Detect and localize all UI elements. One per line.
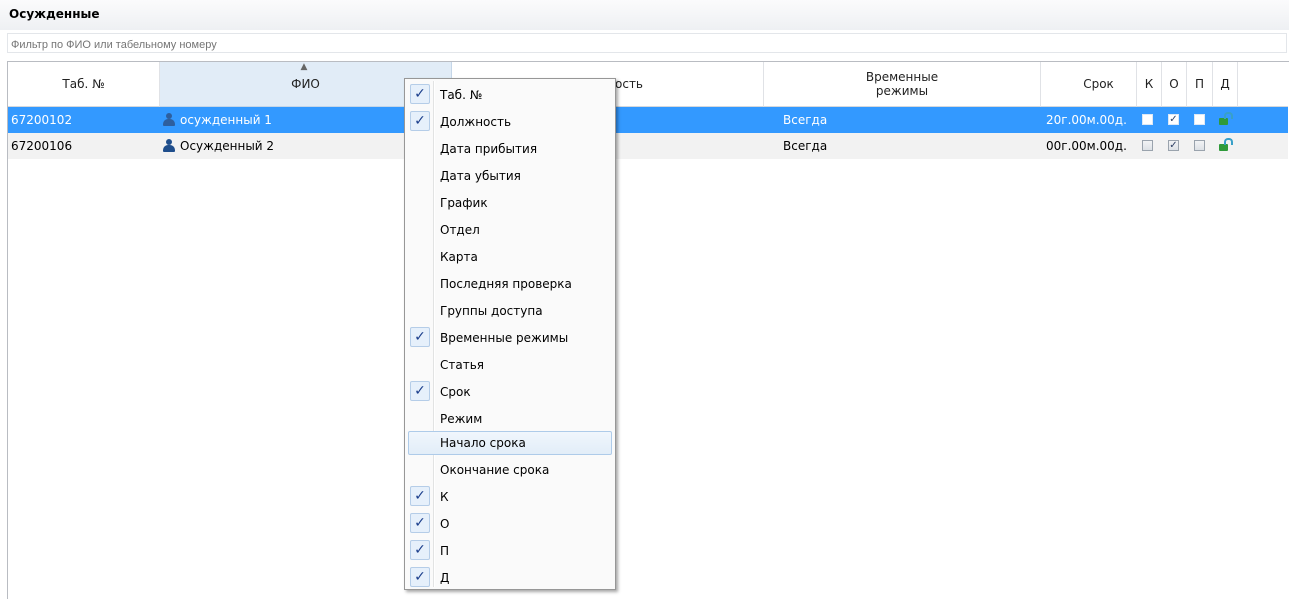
checkbox-o[interactable]: ✓ xyxy=(1168,140,1179,151)
table-row[interactable]: 67200106 Осужденный 2 Всегда 00г.00м.00д… xyxy=(8,133,1288,159)
header-position-label: ость xyxy=(615,77,644,91)
menu-item[interactable]: Начало срока xyxy=(408,431,612,455)
header-p[interactable]: П xyxy=(1187,62,1213,107)
header-d-label: Д xyxy=(1220,77,1230,91)
menu-item[interactable]: Карта xyxy=(408,245,612,269)
menu-item-label: П xyxy=(440,544,450,558)
menu-item-label: Режим xyxy=(440,412,483,426)
checkmark-icon: ✓ xyxy=(410,486,430,506)
checkmark-icon: ✓ xyxy=(410,381,430,401)
header-k[interactable]: К xyxy=(1137,62,1162,107)
convicts-table: Таб. № ▲ ФИО ость Временные режимы Срок … xyxy=(7,61,1289,599)
menu-item[interactable]: ✓ Временные режимы xyxy=(408,326,612,350)
checkbox-p[interactable] xyxy=(1194,140,1205,151)
cell-time-modes: Всегда xyxy=(783,139,828,153)
menu-item-label: Отдел xyxy=(440,223,480,237)
menu-item-label: Временные режимы xyxy=(440,331,569,345)
menu-item-label: Начало срока xyxy=(440,436,526,450)
header-term[interactable]: Срок xyxy=(1041,62,1137,107)
menu-item-label: Должность xyxy=(440,115,512,129)
sort-ascending-icon: ▲ xyxy=(300,62,308,72)
header-d[interactable]: Д xyxy=(1213,62,1238,107)
filter-input[interactable] xyxy=(7,33,1287,53)
cell-tab-number: 67200106 xyxy=(11,139,73,153)
checkmark-icon: ✓ xyxy=(410,84,430,104)
cell-fio-text: Осужденный 2 xyxy=(180,139,275,153)
menu-item-label: График xyxy=(440,196,488,210)
checkbox-k[interactable] xyxy=(1142,114,1153,125)
header-term-label: Срок xyxy=(1083,77,1114,91)
unlock-icon[interactable] xyxy=(1219,138,1233,151)
menu-item-label: Карта xyxy=(440,250,478,264)
header-tab-number[interactable]: Таб. № xyxy=(8,62,160,107)
menu-item-label: Группы доступа xyxy=(440,304,543,318)
checkbox-p[interactable] xyxy=(1194,114,1205,125)
menu-item[interactable]: ✓ К xyxy=(408,485,612,509)
menu-item-label: К xyxy=(440,490,449,504)
menu-item-label: О xyxy=(440,517,450,531)
checkmark-icon: ✓ xyxy=(410,513,430,533)
menu-item[interactable]: График xyxy=(408,191,612,215)
menu-item[interactable]: Окончание срока xyxy=(408,458,612,482)
menu-item[interactable]: Группы доступа xyxy=(408,299,612,323)
panel-title: Осужденные xyxy=(9,7,100,21)
menu-item-label: Д xyxy=(440,571,450,585)
menu-item[interactable]: Статья xyxy=(408,353,612,377)
menu-item[interactable]: ✓ П xyxy=(408,539,612,563)
menu-item-label: Дата убытия xyxy=(440,169,521,183)
menu-item[interactable]: Режим xyxy=(408,407,612,431)
header-k-label: К xyxy=(1144,77,1154,91)
menu-item[interactable]: ✓ Таб. № xyxy=(408,83,612,107)
checkmark-icon: ✓ xyxy=(410,111,430,131)
menu-item[interactable]: ✓ О xyxy=(408,512,612,536)
menu-item[interactable]: ✓ Д xyxy=(408,566,612,590)
cell-fio: Осужденный 2 xyxy=(163,133,274,159)
menu-item[interactable]: Дата убытия xyxy=(408,164,612,188)
header-o-label: О xyxy=(1169,77,1179,91)
header-o[interactable]: О xyxy=(1162,62,1187,107)
person-icon xyxy=(163,113,175,126)
header-time-modes[interactable]: Временные режимы xyxy=(764,62,1041,107)
menu-item-label: Дата прибытия xyxy=(440,142,538,156)
menu-item[interactable]: Дата прибытия xyxy=(408,137,612,161)
menu-item-label: Окончание срока xyxy=(440,463,550,477)
checkmark-icon: ✓ xyxy=(410,540,430,560)
header-p-label: П xyxy=(1194,77,1205,91)
cell-time-modes: Всегда xyxy=(783,113,828,127)
cell-term: 00г.00м.00д. xyxy=(1046,139,1127,153)
cell-term: 20г.00м.00д. xyxy=(1046,113,1127,127)
menu-item-label: Срок xyxy=(440,385,471,399)
checkmark-icon: ✓ xyxy=(410,327,430,347)
cell-fio: осужденный 1 xyxy=(163,107,272,133)
checkmark-icon: ✓ xyxy=(410,567,430,587)
menu-item[interactable]: Отдел xyxy=(408,218,612,242)
header-tab-number-label: Таб. № xyxy=(62,77,105,91)
panel-header: Осужденные xyxy=(0,0,1289,30)
menu-item-label: Таб. № xyxy=(440,88,483,102)
menu-item[interactable]: ✓ Срок xyxy=(408,380,612,404)
menu-item[interactable]: ✓ Должность xyxy=(408,110,612,134)
cell-tab-number: 67200102 xyxy=(11,113,73,127)
menu-item-label: Статья xyxy=(440,358,485,372)
header-time-modes-line2: режимы xyxy=(875,84,929,98)
cell-fio-text: осужденный 1 xyxy=(180,113,272,127)
unlock-icon[interactable] xyxy=(1219,112,1233,125)
header-fio-label: ФИО xyxy=(291,77,320,91)
checkbox-k[interactable] xyxy=(1142,140,1153,151)
menu-item-label: Последняя проверка xyxy=(440,277,572,291)
table-row[interactable]: 67200102 осужденный 1 Всегда 20г.00м.00д… xyxy=(8,107,1288,133)
column-chooser-menu: ✓ Таб. № ✓ Должность Дата прибытия Дата убыти… xyxy=(404,78,616,590)
header-filler xyxy=(1238,62,1288,107)
menu-item[interactable]: Последняя проверка xyxy=(408,272,612,296)
header-time-modes-line1: Временные xyxy=(865,70,939,84)
person-icon xyxy=(163,139,175,152)
checkbox-o[interactable]: ✓ xyxy=(1168,114,1179,125)
